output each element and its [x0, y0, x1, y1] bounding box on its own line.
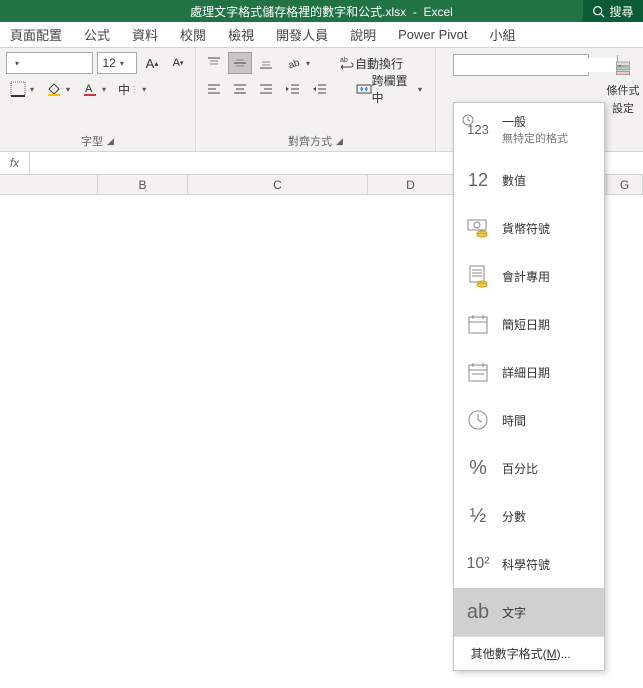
number-format-input[interactable] — [454, 58, 617, 72]
font-name-combo[interactable]: ▾ — [6, 52, 93, 74]
decrease-indent-button[interactable] — [282, 78, 305, 100]
scientific-icon: 10² — [464, 550, 492, 578]
font-launcher-icon[interactable]: ◢ — [107, 136, 114, 147]
merge-icon — [356, 81, 372, 97]
orientation-button[interactable]: ab▾ — [282, 52, 314, 74]
format-number[interactable]: 12 數值 — [454, 156, 604, 204]
outdent-icon — [285, 81, 301, 97]
col-b[interactable]: B — [98, 175, 188, 194]
format-currency[interactable]: 貨幣符號 — [454, 204, 604, 252]
align-left-icon — [206, 81, 222, 97]
format-percentage[interactable]: % 百分比 — [454, 444, 604, 492]
number-format-dropdown: 123 一般無特定的格式 12 數值 貨幣符號 會計專用 簡短日期 詳細日期 時… — [453, 102, 605, 671]
col-g[interactable]: G — [607, 175, 643, 194]
indent-icon — [312, 81, 328, 97]
format-fraction[interactable]: ½ 分數 — [454, 492, 604, 540]
font-color-button[interactable]: A ▾ — [78, 78, 110, 100]
font-size-combo[interactable]: 12▾ — [97, 52, 137, 74]
tab-power-pivot[interactable]: Power Pivot — [398, 27, 467, 42]
text-icon: ab — [464, 598, 492, 626]
search-icon — [592, 5, 605, 18]
fill-color-button[interactable]: ▾ — [42, 78, 74, 100]
tab-developer[interactable]: 開發人員 — [276, 25, 328, 44]
align-right-icon — [258, 81, 274, 97]
format-short-date[interactable]: 簡短日期 — [454, 300, 604, 348]
borders-button[interactable]: ▾ — [6, 78, 38, 100]
align-top-icon — [206, 55, 222, 71]
tab-help[interactable]: 說明 — [350, 25, 376, 44]
group-font: ▾ 12▾ A▴ A▾ ▾ ▾ A ▾ 中⋮ — [0, 48, 196, 151]
format-accounting[interactable]: 會計專用 — [454, 252, 604, 300]
format-scientific[interactable]: 10² 科學符號 — [454, 540, 604, 588]
svg-text:ab: ab — [287, 57, 302, 71]
align-right-button[interactable] — [254, 78, 278, 100]
fraction-icon: ½ — [464, 502, 492, 530]
decrease-font-button[interactable]: A▾ — [167, 52, 189, 74]
tab-formulas[interactable]: 公式 — [84, 25, 110, 44]
svg-text:A: A — [85, 83, 93, 95]
align-middle-icon — [232, 55, 248, 71]
col-d[interactable]: D — [368, 175, 454, 194]
long-date-icon — [464, 358, 492, 386]
borders-icon — [10, 81, 26, 97]
conditional-formatting-button[interactable]: 條件式設定 — [603, 52, 643, 120]
format-long-date[interactable]: 詳細日期 — [454, 348, 604, 396]
title-bar: 處理文字格式儲存格裡的數字和公式.xlsx - Excel 搜尋 — [0, 0, 643, 22]
align-top-button[interactable] — [202, 52, 226, 74]
tab-view[interactable]: 檢視 — [228, 25, 254, 44]
align-left-button[interactable] — [202, 78, 226, 100]
phonetic-button[interactable]: 中⋮ ▾ — [114, 78, 150, 100]
format-text[interactable]: ab 文字 — [454, 588, 604, 636]
group-alignment: ab▾ ab 自動換行 跨欄置中▾ — [196, 48, 436, 151]
number-format-combo[interactable]: ▾ — [453, 54, 589, 76]
zhong-icon: 中 — [118, 81, 130, 98]
align-center-icon — [232, 81, 248, 97]
currency-icon — [464, 214, 492, 242]
tab-review[interactable]: 校閱 — [180, 25, 206, 44]
more-number-formats[interactable]: 其他數字格式(M)... — [454, 636, 604, 670]
bucket-icon — [46, 81, 62, 97]
percent-icon: % — [464, 454, 492, 482]
accounting-icon — [464, 262, 492, 290]
number-icon: 12 — [464, 166, 492, 194]
font-color-icon: A — [82, 81, 98, 97]
cond-format-icon — [611, 56, 635, 80]
align-bottom-icon — [258, 55, 274, 71]
rowcol-corner[interactable] — [0, 175, 98, 194]
format-time[interactable]: 時間 — [454, 396, 604, 444]
time-icon — [464, 406, 492, 434]
tab-team[interactable]: 小組 — [489, 25, 515, 44]
wrap-text-button[interactable]: ab 自動換行 — [332, 52, 410, 74]
increase-font-button[interactable]: A▴ — [141, 52, 163, 74]
short-date-icon — [464, 310, 492, 338]
search-button[interactable]: 搜尋 — [583, 0, 643, 22]
wrap-icon: ab — [339, 55, 355, 71]
window-title: 處理文字格式儲存格裡的數字和公式.xlsx - Excel — [190, 3, 453, 20]
increase-indent-button[interactable] — [309, 78, 332, 100]
fx-label[interactable]: fx — [0, 152, 30, 174]
tab-page-layout[interactable]: 頁面配置 — [10, 25, 62, 44]
ribbon-tabs: 頁面配置 公式 資料 校閱 檢視 開發人員 說明 Power Pivot 小組 — [0, 22, 643, 48]
align-center-button[interactable] — [228, 78, 252, 100]
format-general[interactable]: 123 一般無特定的格式 — [454, 103, 604, 156]
align-bottom-button[interactable] — [254, 52, 278, 74]
svg-text:ab: ab — [340, 57, 348, 64]
merge-center-button[interactable]: 跨欄置中▾ — [349, 78, 429, 100]
general-icon: 123 — [464, 116, 492, 144]
align-launcher-icon[interactable]: ◢ — [336, 136, 343, 147]
tab-data[interactable]: 資料 — [132, 25, 158, 44]
align-middle-button[interactable] — [228, 52, 252, 74]
col-c[interactable]: C — [188, 175, 368, 194]
orientation-icon: ab — [286, 55, 302, 71]
